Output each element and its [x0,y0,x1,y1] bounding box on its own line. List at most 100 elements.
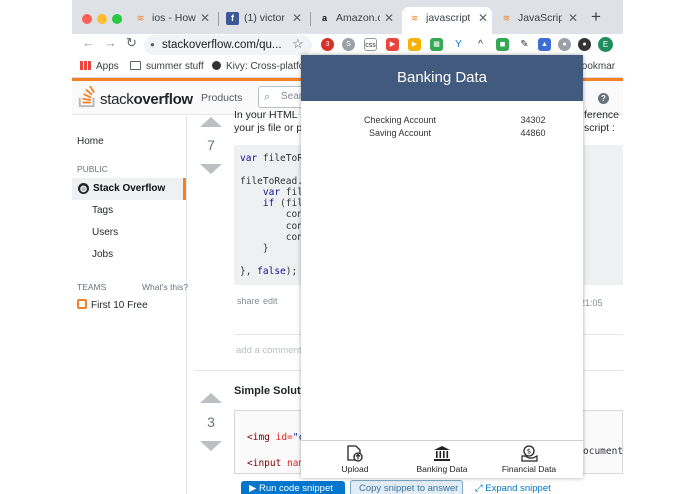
forward-arrow-icon[interactable]: → [104,35,117,50]
close-tab-icon[interactable]: ✕ [292,7,302,30]
answer-heading: Simple Soluti [234,385,304,397]
close-tab-icon[interactable]: ✕ [478,7,488,30]
ship-extension-icon[interactable]: ▲ [538,38,551,51]
kivy-icon [212,61,221,70]
account-balance: 44860 [520,128,546,138]
answer-text-line1: In your HTML [234,109,298,121]
code-block-right [584,145,623,285]
products-menu[interactable]: Products [201,92,242,104]
edit-link[interactable]: edit [263,296,278,306]
upvote-arrow-icon[interactable] [200,117,222,127]
close-tab-icon[interactable]: ✕ [568,7,578,30]
nav-public-heading: PUBLIC [77,164,108,174]
tab-strip: ≋ ios - How to ✕ f (1) victor le ✕ a Ama… [72,0,623,34]
stackoverflow-logo-icon[interactable] [77,86,99,108]
banking-app-window: Banking Data Checking Account 34302 Savi… [301,55,583,478]
account-row[interactable]: Saving Account 44860 [301,128,583,141]
close-tab-icon[interactable]: ✕ [384,7,394,30]
tab-upload[interactable]: Upload [315,445,395,474]
tab-financial-data[interactable]: $ Financial Data [489,445,569,474]
search-icon: ⌕ [264,91,271,103]
tab-banking-data[interactable]: Banking Data [402,445,482,474]
nav-users[interactable]: Users [92,227,118,238]
tab-javascript-active[interactable]: ≋ javascript - ✕ [402,7,492,34]
share-link[interactable]: share [237,296,260,306]
stackoverflow-favicon-icon: ≋ [410,13,419,23]
teams-icon [77,299,87,309]
account-row[interactable]: Checking Account 34302 [301,115,583,128]
expand-snippet-link[interactable]: ⤢ Expand snippet [475,483,551,494]
video-extension-icon[interactable]: ▶ [386,38,399,51]
bookmark-apps[interactable]: Apps [80,61,119,72]
lock-icon: ● [150,40,155,49]
tab-label: Upload [341,464,369,474]
tab-label: Financial Data [501,464,557,474]
maximize-window-button[interactable] [112,14,122,24]
bookmark-summer-stuff[interactable]: summer stuff [130,61,204,72]
account-name: Checking Account [363,115,437,125]
y-extension-icon[interactable]: Y [452,38,465,51]
nav-stack-overflow[interactable]: ◍ Stack Overflow [72,178,186,200]
tab-label: Banking Data [416,464,468,474]
tab-ios-how-to[interactable]: ≋ ios - How to ✕ [128,7,214,34]
answer-text-right2: script : [584,122,615,134]
grid-extension-icon[interactable]: ▦ [430,38,443,51]
address-bar[interactable]: ● stackoverflow.com/qu... [144,35,312,55]
add-comment-link[interactable]: add a comment [236,345,301,356]
caret-extension-icon[interactable]: ^ [474,38,487,51]
help-icon[interactable]: ? [598,93,609,104]
screen: ≋ ios - How to ✕ f (1) victor le ✕ a Ama… [0,0,695,494]
vote-count: 7 [207,137,215,153]
svg-text:$: $ [527,448,531,456]
new-tab-button[interactable]: + [591,7,601,27]
expand-icon: ⤢ [475,483,486,494]
tab-javascript-2[interactable]: ≋ JavaScript ✕ [494,7,582,34]
copy-snippet-button[interactable]: Copy snippet to answer [350,480,463,494]
play-icon: ▶ [249,483,259,494]
money-bag-icon: $ [521,445,538,462]
pen-extension-icon[interactable]: ✎ [518,38,531,51]
tab-amazon[interactable]: a Amazon.co ✕ [312,7,398,34]
close-tab-icon[interactable]: ✕ [200,7,210,30]
facebook-favicon-icon: f [226,12,239,25]
whats-this-link[interactable]: What's this? [142,282,188,292]
nav-first-10-free[interactable]: First 10 Free [77,299,148,311]
bookmark-kivy[interactable]: Kivy: Cross-platfo... [212,61,313,72]
apps-grid-icon [80,61,91,70]
video-extension-2-icon[interactable]: ▶ [408,38,421,51]
folder-icon [130,61,141,70]
nav-teams-heading: TEAMS [77,282,107,292]
profile-avatar[interactable]: E [598,37,613,52]
green-extension-icon[interactable]: ◼ [496,38,509,51]
close-window-button[interactable] [82,14,92,24]
extension-red-icon[interactable]: 3 [321,38,334,51]
upvote-arrow-icon[interactable] [200,393,222,403]
logo-text[interactable]: stackoverflow [100,91,193,108]
bookmark-star-icon[interactable]: ☆ [292,36,304,52]
answer-text-right1: ference [584,109,620,121]
stackoverflow-favicon-icon: ≋ [502,13,511,23]
reload-icon[interactable]: ↻ [126,35,137,51]
run-code-snippet-button[interactable]: ▶ Run code snippet [241,481,345,494]
code-block: var fileToR fileToRead. var fil if (fil … [234,145,304,285]
stackoverflow-favicon-icon: ≋ [136,13,145,23]
bank-icon [434,446,450,461]
skype-extension-icon[interactable]: S [342,38,355,51]
window-controls [82,11,127,29]
css-extension-icon[interactable]: css [364,38,377,51]
tab-facebook[interactable]: f (1) victor le ✕ [220,7,306,34]
globe-icon: ◍ [78,183,89,194]
github-extension-icon[interactable]: ● [578,38,591,51]
amazon-favicon-icon: a [321,13,327,23]
downvote-arrow-icon[interactable] [200,164,222,174]
nav-tags[interactable]: Tags [92,205,113,216]
nav-jobs[interactable]: Jobs [92,249,113,260]
back-arrow-icon[interactable]: ← [82,35,95,50]
downvote-arrow-icon[interactable] [200,441,222,451]
app-header: Banking Data [301,55,583,101]
left-sidebar: Home PUBLIC ◍ Stack Overflow Tags Users … [72,116,188,494]
minimize-window-button[interactable] [97,14,107,24]
account-balance: 34302 [520,115,546,125]
circle-extension-icon[interactable]: ● [558,38,571,51]
nav-home[interactable]: Home [77,136,104,147]
